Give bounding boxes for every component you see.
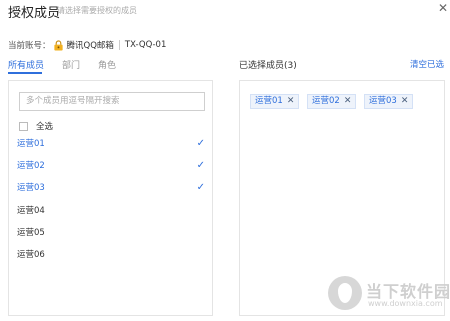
remove-icon[interactable]: ✕ (401, 95, 409, 108)
member-name: 运营04 (17, 206, 45, 216)
tab-departments[interactable]: 部门 (62, 58, 80, 72)
member-name: 运营01 (17, 139, 45, 149)
selected-tag: 运营01 ✕ (250, 94, 300, 109)
member-name: 运营02 (17, 161, 45, 171)
member-name: 运营05 (17, 228, 45, 238)
selected-tag: 运营03 ✕ (364, 94, 414, 109)
check-icon: ✓ (196, 138, 205, 149)
member-item[interactable]: 运营05 (17, 226, 207, 240)
check-icon: ✓ (196, 160, 205, 171)
dialog-subtitle: 请选择需要授权的成员 (57, 6, 137, 15)
checkbox-icon (19, 121, 28, 131)
lock-icon (53, 39, 63, 51)
tag-label: 运营01 (255, 96, 283, 106)
close-icon[interactable]: ✕ (437, 2, 449, 14)
tab-roles[interactable]: 角色 (98, 58, 116, 72)
member-item[interactable]: 运营02 ✓ (17, 159, 207, 173)
member-item[interactable]: 运营03 ✓ (17, 181, 207, 195)
tag-label: 运营02 (312, 96, 340, 106)
select-all-checkbox[interactable]: 全选 (19, 120, 53, 132)
member-item[interactable]: 运营01 ✓ (17, 137, 207, 151)
member-name: 运营06 (17, 250, 45, 260)
select-all-label: 全选 (36, 122, 54, 132)
active-tab-indicator (8, 72, 42, 74)
account-id: TX-QQ-01 (124, 40, 167, 50)
clear-selection-link[interactable]: 清空已选 (410, 58, 444, 70)
member-item[interactable]: 运营06 (17, 248, 207, 262)
account-name: 腾讯QQ邮箱 (66, 41, 114, 51)
divider (118, 40, 120, 50)
watermark-logo-icon (328, 276, 362, 310)
dialog-title: 授权成员 (8, 6, 61, 21)
member-tabs: 所有成员 部门 角色 (8, 58, 134, 72)
member-list-panel: 多个成员用逗号隔开搜索 全选 运营01 ✓ 运营02 ✓ 运营03 ✓ 运营04… (8, 80, 213, 316)
remove-icon[interactable]: ✕ (344, 95, 352, 108)
tab-all-members[interactable]: 所有成员 (8, 58, 44, 72)
tag-label: 运营03 (369, 96, 397, 106)
watermark: 当下软件园 www.downxia.com (328, 276, 450, 316)
selected-tag: 运营02 ✕ (307, 94, 357, 109)
search-input[interactable]: 多个成员用逗号隔开搜索 (19, 92, 205, 111)
member-name: 运营03 (17, 183, 45, 193)
account-label: 当前账号： (8, 41, 51, 51)
account-row: 当前账号： 腾讯QQ邮箱 TX-QQ-01 (8, 38, 166, 52)
watermark-url: www.downxia.com (368, 299, 443, 308)
dialog-header: 授权成员 请选择需要授权的成员 ✕ (0, 0, 450, 22)
member-item[interactable]: 运营04 (17, 204, 207, 218)
check-icon: ✓ (196, 182, 205, 193)
remove-icon[interactable]: ✕ (287, 95, 295, 108)
